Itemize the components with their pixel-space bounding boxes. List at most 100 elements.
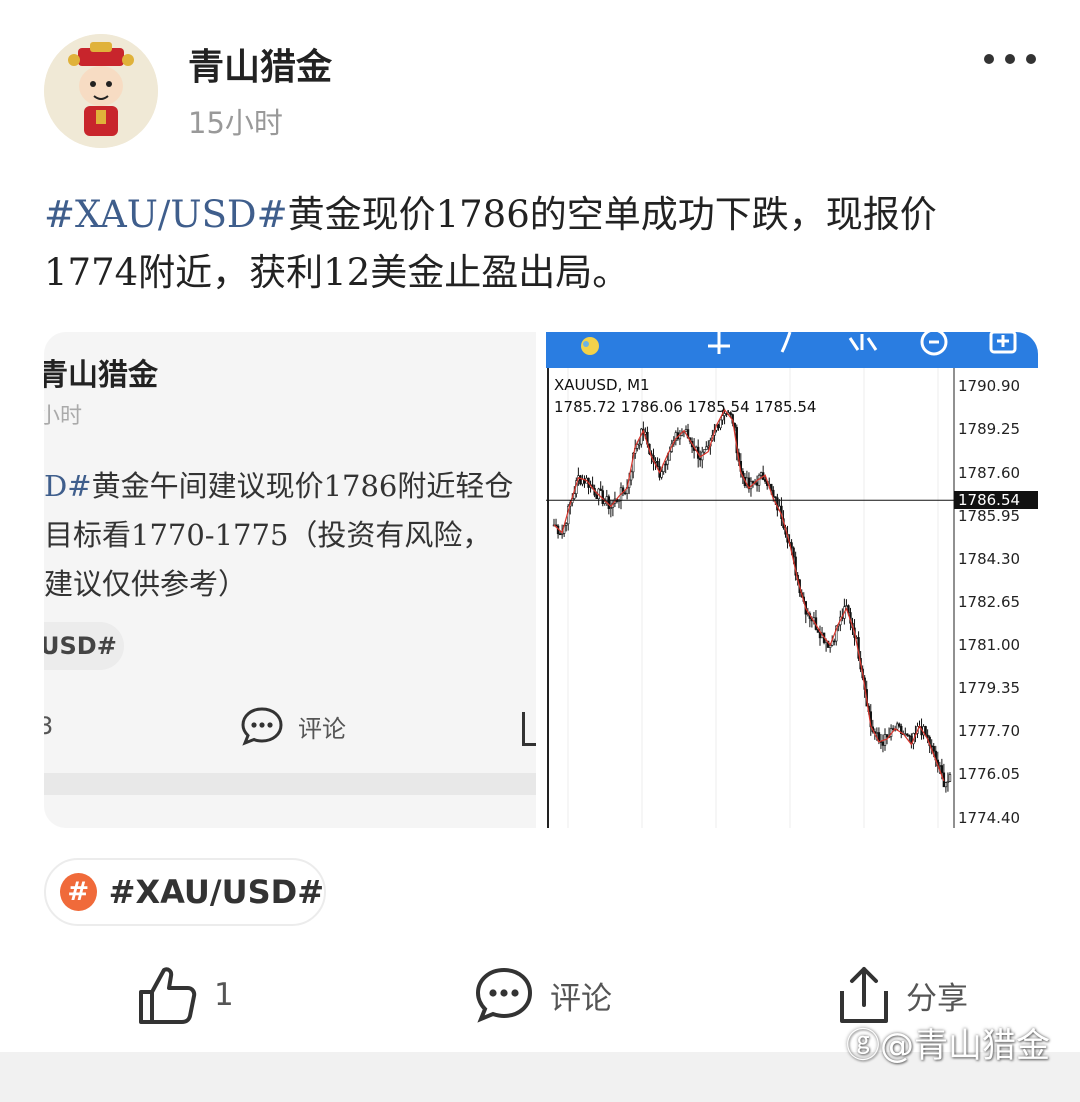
candle <box>721 415 724 421</box>
candle <box>703 449 706 453</box>
candle <box>579 475 582 485</box>
add-chart-icon <box>988 332 1018 362</box>
screenshot-comment-label: 评论 <box>298 714 346 743</box>
post-image-chart[interactable]: XAUUSD, M1 1785.72 1786.06 1785.54 1785.… <box>546 332 1038 828</box>
candle <box>763 479 767 482</box>
post-time: 15小时 <box>188 106 283 140</box>
comment-icon <box>241 707 283 746</box>
screenshot-text-line-1: D#黄金午间建议现价1786附近轻仓 <box>44 462 536 511</box>
hashtag-link[interactable]: #XAU/USD# <box>44 193 288 236</box>
topic-chip[interactable]: # #XAU/USD# <box>44 858 326 926</box>
candle <box>898 723 901 727</box>
candle <box>607 496 611 509</box>
candle <box>638 443 641 446</box>
like-count: 1 <box>214 977 234 1013</box>
candle <box>948 774 952 782</box>
author-name[interactable]: 青山猎金 <box>188 38 332 90</box>
post-text-line-2: 1774附近，获利12美金止盈出局。 <box>44 251 630 294</box>
screenshot-divider <box>44 773 536 795</box>
candle <box>759 472 763 476</box>
more-dot-icon <box>984 54 994 64</box>
candle <box>684 429 688 432</box>
candle <box>623 492 627 495</box>
screenshot-comment: 评论 <box>240 706 346 746</box>
screenshot-action-bar: 3 评论 <box>44 704 536 754</box>
watermark-logo-icon: ⓖ <box>846 1026 880 1066</box>
comment-icon <box>475 967 533 1023</box>
candle <box>636 444 639 449</box>
more-dot-icon <box>1026 54 1036 64</box>
candle <box>895 723 899 730</box>
screenshot-author-text: 青山猎金 <box>44 358 158 393</box>
screenshot-share-icon <box>522 712 536 746</box>
post-header: 青山猎金 15小时 <box>0 0 1080 170</box>
candle <box>932 746 935 752</box>
candle <box>875 732 879 734</box>
y-tick-label: 1779.35 <box>958 679 1021 698</box>
comment-label: 评论 <box>550 980 612 1017</box>
image-grid: 青山猎金 小时 D#黄金午间建议现价1786附近轻仓 目标看1770-1775（… <box>44 332 1038 828</box>
screenshot-text-segment: 黄金午间建议现价1786附近轻仓 <box>91 469 514 503</box>
chart-symbol-label: XAUUSD, M1 <box>554 376 650 394</box>
screenshot-text-line-2: 目标看1770-1775（投资有风险， <box>44 518 492 552</box>
candle <box>705 446 708 450</box>
candle <box>938 765 942 767</box>
candle <box>660 471 663 478</box>
candle <box>891 728 895 730</box>
candle <box>926 734 929 738</box>
more-dot-icon <box>1005 54 1015 64</box>
more-options-button[interactable] <box>980 42 1040 76</box>
post-image-screenshot[interactable]: 青山猎金 小时 D#黄金午间建议现价1786附近轻仓 目标看1770-1775（… <box>44 332 536 828</box>
screenshot-author-name: 青山猎金 <box>44 350 158 394</box>
candle <box>595 494 598 499</box>
comment-button[interactable]: 评论 <box>474 955 612 1035</box>
candle <box>755 482 759 486</box>
candle <box>833 640 836 643</box>
y-tick-label: 1776.05 <box>958 765 1021 784</box>
thumbs-up-icon <box>139 967 197 1024</box>
timeframe-icon <box>918 332 950 362</box>
candle <box>881 741 885 746</box>
candle <box>666 459 669 465</box>
y-tick-label: 1784.30 <box>958 549 1021 568</box>
y-tick-label: 1781.00 <box>958 636 1021 655</box>
candle <box>946 781 950 783</box>
moving-average-line <box>553 408 945 782</box>
watermark: ⓖ@青山猎金 <box>846 1018 1050 1067</box>
candle <box>707 445 710 448</box>
candle <box>906 733 909 736</box>
y-tick-label: 1787.60 <box>958 463 1021 482</box>
objects-icon <box>846 332 880 362</box>
avatar-cartoon-icon <box>44 34 158 148</box>
screenshot-like-count: 3 <box>44 712 54 740</box>
post-text: #XAU/USD#黄金现价1786的空单成功下跌，现报价 1774附近，获利12… <box>44 186 1034 302</box>
share-icon <box>840 967 888 1023</box>
candle <box>792 547 795 558</box>
screenshot-topic-tag: USD# <box>44 622 124 670</box>
post-text-segment: 黄金现价1786的空单成功下跌，现报价 <box>287 193 937 236</box>
candle <box>558 533 562 536</box>
candle <box>845 605 848 608</box>
share-label: 分享 <box>906 980 968 1017</box>
current-price-tag: 1786.54 <box>954 491 1038 510</box>
screenshot-text-line-3: 建议仅供参考） <box>44 567 248 601</box>
candle <box>668 451 671 461</box>
chart-quote-label: 1785.72 1786.06 1785.54 1785.54 <box>554 398 817 416</box>
candle <box>599 488 602 491</box>
candle <box>944 782 948 788</box>
author-avatar[interactable] <box>44 34 158 148</box>
candle <box>601 490 604 504</box>
topic-chip-label: #XAU/USD# <box>108 873 324 911</box>
like-button[interactable]: 1 <box>136 955 234 1035</box>
candle <box>908 735 911 737</box>
crosshair-icon <box>704 332 734 362</box>
y-tick-label: 1774.40 <box>958 808 1021 827</box>
candle <box>564 523 568 526</box>
y-tick-label: 1789.25 <box>958 420 1021 439</box>
candle <box>699 458 702 461</box>
candle <box>940 765 944 774</box>
screenshot-time: 小时 <box>44 404 83 429</box>
y-tick-label: 1785.95 <box>958 506 1021 525</box>
y-tick-label: 1790.90 <box>958 377 1021 396</box>
y-tick-label: 1782.65 <box>958 592 1021 611</box>
